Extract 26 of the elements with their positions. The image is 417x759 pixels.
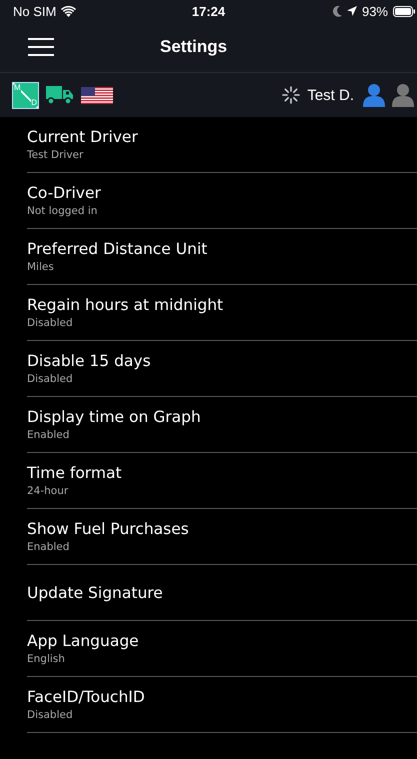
settings-row[interactable]: FaceID/TouchID Disabled <box>27 677 417 733</box>
carrier-label: No SIM <box>13 4 56 18</box>
settings-row[interactable]: Display time on Graph Enabled <box>27 397 417 453</box>
driver-icon[interactable] <box>363 83 385 107</box>
settings-row[interactable]: Regain hours at midnight Disabled <box>27 285 417 341</box>
settings-row[interactable]: Preferred Distance Unit Miles <box>27 229 417 285</box>
settings-row[interactable]: Co-Driver Not logged in <box>27 173 417 229</box>
settings-row[interactable]: Update Signature <box>27 565 417 621</box>
settings-row[interactable]: App Language English <box>27 621 417 677</box>
us-flag-icon[interactable] <box>81 86 113 104</box>
truck-icon[interactable] <box>46 85 74 105</box>
menu-icon[interactable] <box>28 38 54 56</box>
wifi-icon <box>61 6 76 16</box>
settings-row[interactable]: Time format 24-hour <box>27 453 417 509</box>
driver-name: Test D. <box>307 86 354 104</box>
settings-row[interactable]: Current Driver Test Driver <box>27 117 417 173</box>
clock-time: 17:24 <box>190 4 226 18</box>
settings-row[interactable]: Show Fuel Purchases Enabled <box>27 509 417 565</box>
driver-icon[interactable] <box>392 83 414 107</box>
battery-icon <box>393 6 415 16</box>
moon-icon <box>332 6 342 16</box>
spinner-icon <box>282 86 300 104</box>
screen-title: Settings <box>160 37 228 57</box>
location-arrow-icon <box>346 6 357 16</box>
battery-percent: 93% <box>362 4 388 18</box>
settings-row[interactable]: Disable 15 days Disabled <box>27 341 417 397</box>
